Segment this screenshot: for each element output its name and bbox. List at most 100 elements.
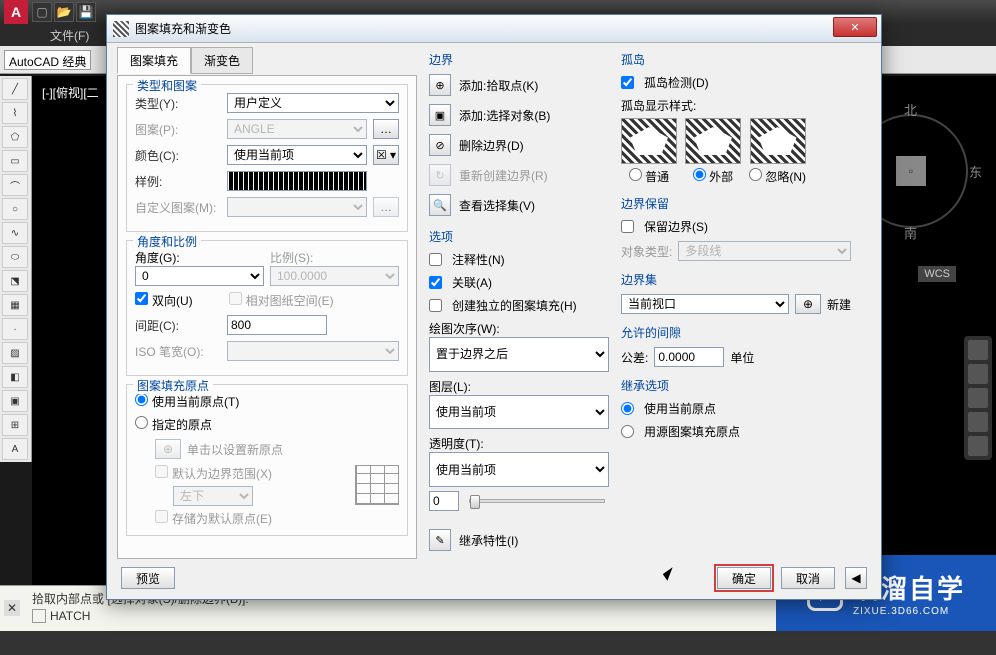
boundary-set-select[interactable]: 当前视口	[621, 294, 789, 314]
gradient-icon[interactable]: ◧	[2, 366, 28, 388]
collapse-button[interactable]: ◀	[845, 567, 867, 589]
dialog-titlebar[interactable]: 图案填充和渐变色 ✕	[107, 15, 881, 43]
relative-checkbox: 相对图纸空间(E)	[229, 292, 334, 309]
save-icon[interactable]: 💾	[76, 2, 96, 22]
tab-gradient[interactable]: 渐变色	[191, 47, 253, 74]
layer-select[interactable]: 使用当前项	[429, 395, 609, 430]
showmotion-icon[interactable]	[968, 436, 988, 456]
brick-preview-icon	[355, 465, 399, 505]
ok-button[interactable]: 确定	[717, 567, 771, 589]
file-menu[interactable]: 文件(F)	[50, 27, 89, 44]
transparency-value[interactable]	[429, 491, 459, 511]
view-selection-icon[interactable]: 🔍	[429, 194, 451, 216]
angle-select[interactable]: 0	[135, 266, 264, 286]
steering-wheel-icon[interactable]	[968, 340, 988, 360]
close-icon[interactable]: ✕	[4, 600, 20, 616]
inherit-source-radio[interactable]: 用源图案填充原点	[621, 423, 851, 440]
workspace-selector[interactable]: AutoCAD 经典	[4, 50, 91, 70]
iso-label: ISO 笔宽(O):	[135, 343, 221, 360]
add-select-label: 添加:选择对象(B)	[459, 107, 550, 124]
polygon-icon[interactable]: ⬠	[2, 126, 28, 148]
command-icon	[32, 609, 46, 623]
recreate-label: 重新创建边界(R)	[459, 167, 548, 184]
origin-specified-radio[interactable]: 指定的原点	[135, 416, 212, 433]
associative-checkbox[interactable]: 关联(A)	[429, 274, 609, 291]
inherit-current-radio[interactable]: 使用当前原点	[621, 400, 851, 417]
island-outer-icon[interactable]	[685, 118, 741, 164]
island-outer-radio[interactable]: 外部	[693, 168, 733, 185]
island-ignore-radio[interactable]: 忽略(N)	[749, 168, 806, 185]
point-icon[interactable]: ·	[2, 318, 28, 340]
add-pick-icon[interactable]: ⊕	[429, 74, 451, 96]
remove-boundary-icon[interactable]: ⊘	[429, 134, 451, 156]
type-select[interactable]: 用户定义	[227, 93, 399, 113]
island-ignore-icon[interactable]	[750, 118, 806, 164]
double-checkbox[interactable]: 双向(U)	[135, 292, 193, 309]
pick-origin-label: 单击以设置新原点	[187, 441, 283, 458]
recreate-boundary-icon: ↻	[429, 164, 451, 186]
open-icon[interactable]: 📂	[54, 2, 74, 22]
inherit-props-icon[interactable]: ✎	[429, 529, 451, 551]
angle-label: 角度(G):	[135, 249, 264, 266]
scale-select: 100.0000	[270, 266, 399, 286]
object-type-select: 多段线	[678, 241, 851, 261]
gap-input[interactable]	[654, 347, 724, 367]
command-input[interactable]: HATCH	[50, 609, 90, 623]
status-bar	[0, 631, 996, 655]
custom-browse-button: …	[373, 197, 399, 217]
hatch-icon[interactable]: ▨	[2, 342, 28, 364]
app-logo: A	[4, 0, 28, 24]
table-icon[interactable]: ⊞	[2, 414, 28, 436]
zoom-icon[interactable]	[968, 388, 988, 408]
draw-order-select[interactable]: 置于边界之后	[429, 337, 609, 372]
sample-label: 样例:	[135, 173, 221, 190]
scale-label: 比例(S):	[270, 249, 399, 266]
spacing-input[interactable]	[227, 315, 327, 335]
tab-hatch[interactable]: 图案填充	[117, 47, 191, 74]
add-pick-label: 添加:拾取点(K)	[459, 77, 538, 94]
spline-icon[interactable]: ∿	[2, 222, 28, 244]
pan-icon[interactable]	[968, 364, 988, 384]
island-detect-checkbox[interactable]: 孤岛检测(D)	[621, 74, 851, 91]
rectangle-icon[interactable]: ▭	[2, 150, 28, 172]
inherit-props-label: 继承特性(I)	[459, 532, 518, 549]
island-normal-radio[interactable]: 普通	[629, 168, 669, 185]
origin-pos-select: 左下	[173, 486, 253, 506]
color-select[interactable]: 使用当前项	[227, 145, 367, 165]
circle-icon[interactable]: ○	[2, 198, 28, 220]
annotative-checkbox[interactable]: 注释性(N)	[429, 251, 609, 268]
line-icon[interactable]: ╱	[2, 78, 28, 100]
remove-boundary-label: 删除边界(D)	[459, 137, 524, 154]
pattern-browse-button[interactable]: …	[373, 119, 399, 139]
islands-title: 孤岛	[621, 51, 851, 68]
island-normal-icon[interactable]	[621, 118, 677, 164]
origin-current-radio[interactable]: 使用当前原点(T)	[135, 393, 239, 410]
boundary-title: 边界	[429, 51, 609, 68]
options-title: 选项	[429, 228, 609, 245]
retain-boundary-checkbox[interactable]: 保留边界(S)	[621, 218, 851, 235]
preview-button[interactable]: 预览	[121, 567, 175, 589]
sample-swatch[interactable]	[227, 171, 367, 191]
separate-checkbox[interactable]: 创建独立的图案填充(H)	[429, 297, 609, 314]
custom-pattern-select	[227, 197, 367, 217]
draw-toolbar: ╱ ⌇ ⬠ ▭ ⌒ ○ ∿ ⬭ ⬔ ▦ · ▨ ◧ ▣ ⊞ A	[0, 76, 32, 462]
draw-order-label: 绘图次序(W):	[429, 320, 609, 337]
text-icon[interactable]: A	[2, 438, 28, 460]
transparency-select[interactable]: 使用当前项	[429, 452, 609, 487]
transparency-slider[interactable]	[469, 499, 605, 503]
close-button[interactable]: ✕	[833, 17, 877, 37]
region-icon[interactable]: ▣	[2, 390, 28, 412]
default-extents-checkbox: 默认为边界范围(X)	[155, 467, 272, 481]
block-icon[interactable]: ▦	[2, 294, 28, 316]
ellipse-arc-icon[interactable]: ⬔	[2, 270, 28, 292]
new-icon[interactable]: ▢	[32, 2, 52, 22]
new-boundary-set-icon[interactable]: ⊕	[795, 294, 821, 314]
orbit-icon[interactable]	[968, 412, 988, 432]
add-select-icon[interactable]: ▣	[429, 104, 451, 126]
polyline-icon[interactable]: ⌇	[2, 102, 28, 124]
bg-color-button[interactable]: ☒ ▾	[373, 145, 399, 165]
pick-origin-button: ⊕	[155, 439, 181, 459]
arc-icon[interactable]: ⌒	[2, 174, 28, 196]
cancel-button[interactable]: 取消	[781, 567, 835, 589]
ellipse-icon[interactable]: ⬭	[2, 246, 28, 268]
